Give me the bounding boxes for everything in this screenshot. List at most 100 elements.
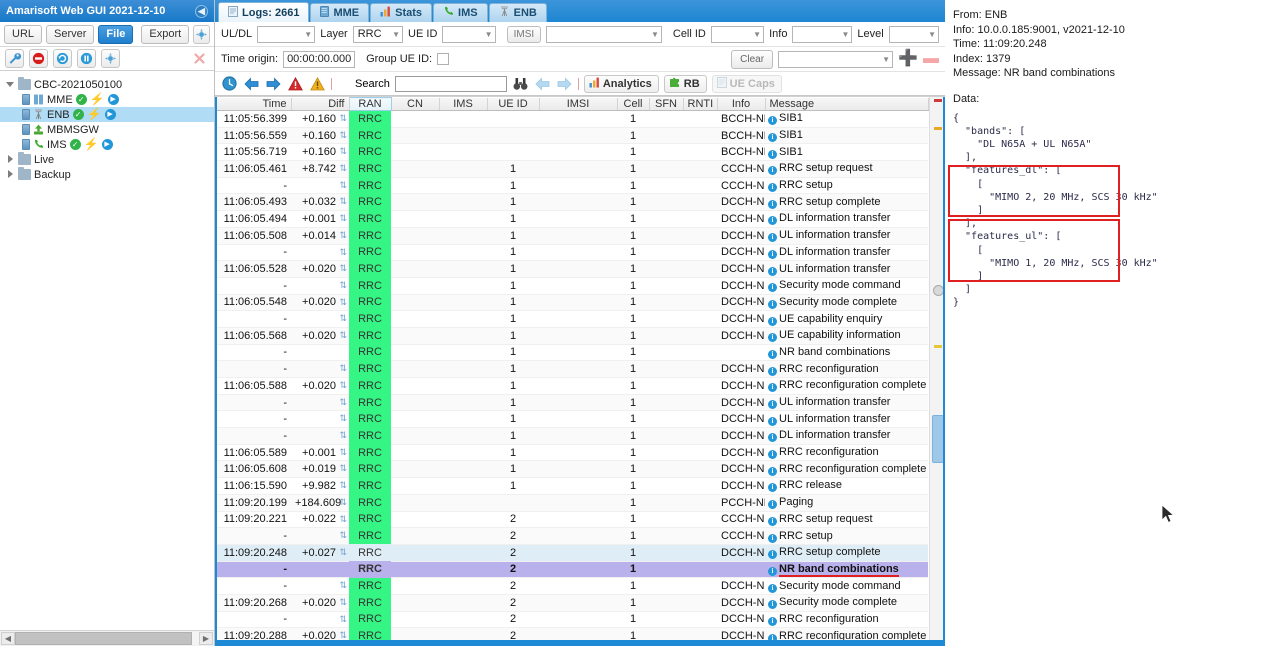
col-imsi[interactable]: IMSI (539, 97, 618, 111)
tree-item-ims[interactable]: IMS ✓ ⚡ ▶ (0, 137, 214, 152)
tree-item-live[interactable]: Live (0, 152, 214, 167)
left-panel-hscrollbar[interactable]: ◀ ▶ (0, 630, 214, 646)
clock-icon[interactable] (221, 75, 238, 92)
col-message[interactable]: Message (765, 97, 929, 111)
refresh-icon[interactable] (53, 49, 72, 68)
stop-icon[interactable] (29, 49, 48, 68)
table-row[interactable]: 11:09:20.221+0.022⇅RRC 2 1 CCCH-NRiRRC setu… (217, 511, 928, 529)
chevron-left-icon[interactable]: ◀ (195, 4, 208, 18)
file-button[interactable]: File (98, 24, 134, 44)
tab-stats[interactable]: Stats (370, 3, 433, 22)
imsi-select[interactable]: ▼ (546, 25, 662, 43)
twisty-closed-icon[interactable] (6, 170, 15, 179)
add-node-icon[interactable] (193, 24, 210, 44)
table-row[interactable]: - ⇅RRC 1 1 DCCH-NRiDL information transfer (217, 244, 928, 262)
analytics-button[interactable]: Analytics (583, 74, 659, 93)
pause-icon[interactable] (77, 49, 96, 68)
table-row[interactable]: 11:06:05.528+0.020⇅RRC 1 1 DCCH-NRiUL infor… (217, 260, 928, 278)
tab-mme[interactable]: MME (310, 3, 370, 22)
url-button[interactable]: URL (4, 24, 43, 44)
table-row[interactable]: 11:05:56.559+0.160⇅RRC 1 BCCH-NRiSIB1 (217, 127, 928, 145)
remove-preset-icon[interactable]: ▬ (923, 51, 939, 67)
clear-button[interactable]: Clear (731, 49, 774, 69)
table-row[interactable]: 11:06:05.508+0.014⇅RRC 1 1 DCCH-NRiUL infor… (217, 227, 928, 245)
imsi-button[interactable]: IMSI (506, 25, 542, 43)
hscroll-right-arrow[interactable]: ▶ (199, 632, 213, 645)
hscroll-left-arrow[interactable]: ◀ (1, 632, 15, 645)
table-row[interactable]: - RRC 2 1 i NR band combinations (217, 561, 928, 579)
warning-triangle-icon[interactable] (309, 75, 326, 92)
table-row[interactable]: 11:06:05.568+0.020⇅RRC 1 1 DCCH-NRiUE capab… (217, 327, 928, 345)
table-row[interactable]: 11:06:05.461+8.742⇅RRC 1 1 CCCH-NRiRRC setu… (217, 160, 928, 178)
table-row[interactable]: 11:06:15.590+9.982⇅RRC 1 1 DCCH-NRiRRC rele… (217, 477, 928, 495)
vscroll-grip[interactable] (932, 285, 943, 296)
table-row[interactable]: 11:09:20.268+0.020⇅RRC 2 1 DCCH-NRiSecurity… (217, 594, 928, 612)
server-button[interactable]: Server (46, 24, 95, 44)
tab-logs[interactable]: Logs: 2661 (218, 2, 310, 22)
col-info[interactable]: Info (717, 97, 766, 111)
col-time[interactable]: Time (217, 97, 292, 111)
table-row[interactable]: 11:06:05.493+0.032⇅RRC 1 1 DCCH-NRiRRC setu… (217, 193, 928, 212)
layer-select[interactable]: RRC ▼ (352, 25, 404, 43)
col-ueid[interactable]: UE ID (487, 97, 540, 111)
table-row[interactable]: 11:09:20.199+184.609⇅RRC 1 PCCH-NRiPaging (217, 494, 928, 512)
search-next-icon[interactable] (556, 75, 573, 92)
tab-ims[interactable]: IMS (433, 3, 488, 22)
table-row[interactable]: - ⇅RRC 2 1 CCCH-NRiRRC setup (217, 527, 928, 545)
col-ran[interactable]: RAN (348, 97, 392, 111)
tree-item-cbc[interactable]: CBC-2021050100 (0, 77, 214, 92)
col-sfn[interactable]: SFN (649, 97, 684, 111)
table-row[interactable]: 11:06:05.494+0.001⇅RRC 1 1 DCCH-NRiDL infor… (217, 210, 928, 228)
table-row[interactable]: - ⇅RRC 1 1 DCCH-NRiSecurity mode command (217, 277, 928, 295)
info-select[interactable]: ▼ (792, 25, 853, 43)
rb-button[interactable]: RB (663, 74, 707, 93)
tree-item-enb[interactable]: ENB ✓ ⚡ ▶ (0, 107, 214, 122)
binoculars-icon[interactable] (512, 75, 529, 92)
table-row[interactable]: - ⇅RRC 1 1 DCCH-NRiUE capability enquiry (217, 310, 928, 328)
tree-item-mme[interactable]: MME ✓ ⚡ ▶ (0, 92, 214, 107)
table-row[interactable]: 11:05:56.399+0.160⇅RRC 1 BCCH-NRiSIB1 (217, 110, 928, 128)
export-button[interactable]: Export (141, 24, 190, 44)
search-prev-icon[interactable] (534, 75, 551, 92)
group-ueid-checkbox[interactable] (437, 53, 450, 65)
table-row[interactable]: - ⇅RRC 1 1 CCCH-NRiRRC setup (217, 177, 928, 195)
connect-icon[interactable] (101, 49, 120, 68)
wrench-icon[interactable] (5, 49, 24, 68)
error-triangle-icon[interactable] (287, 75, 304, 92)
vscroll-thumb[interactable] (931, 415, 943, 463)
tree-item-mbmsgw[interactable]: MBMSGW (0, 122, 214, 137)
table-row[interactable]: - RRC 1 1 i NR band combinations (217, 344, 928, 362)
twisty-closed-icon[interactable] (6, 155, 15, 164)
preset-select[interactable]: ▼ (778, 50, 894, 68)
time-origin-input[interactable]: 00:00:00.000 (283, 50, 356, 68)
search-input[interactable] (394, 75, 507, 92)
ueid-select[interactable]: ▼ (442, 25, 496, 43)
col-cell[interactable]: Cell (617, 97, 650, 111)
table-row[interactable]: 11:05:56.719+0.160⇅RRC 1 BCCH-NRiSIB1 (217, 143, 928, 162)
twisty-open-icon[interactable] (6, 80, 15, 89)
table-row[interactable]: 11:06:05.589+0.001⇅RRC 1 1 DCCH-NRiRRC reco… (217, 444, 928, 462)
hscroll-track[interactable] (15, 632, 199, 645)
arrow-left-icon[interactable] (243, 75, 260, 92)
cellid-select[interactable]: ▼ (710, 25, 765, 43)
table-row[interactable]: 11:06:05.588+0.020⇅RRC 1 1 DCCH-NRiRRC reco… (217, 377, 928, 395)
level-select[interactable]: ▼ (888, 25, 939, 43)
table-row[interactable]: 11:09:20.288+0.020⇅RRC 2 1 DCCH-NRiRRC reco… (217, 627, 928, 640)
table-row[interactable]: - ⇅RRC 2 1 DCCH-NRiRRC reconfiguration (217, 611, 928, 629)
hscroll-thumb[interactable] (15, 632, 192, 645)
col-cn[interactable]: CN (391, 97, 440, 111)
table-vscrollbar[interactable] (928, 97, 943, 640)
arrow-right-icon[interactable] (265, 75, 282, 92)
table-row[interactable]: 11:06:05.608+0.019⇅RRC 1 1 DCCH-NRiRRC reco… (217, 460, 928, 479)
delete-icon[interactable] (190, 49, 209, 68)
col-ims[interactable]: IMS (439, 97, 488, 111)
tree-item-backup[interactable]: Backup (0, 167, 214, 182)
uldl-select[interactable]: ▼ (257, 25, 316, 43)
col-diff[interactable]: Diff (291, 97, 350, 111)
add-preset-icon[interactable]: ➕ (898, 51, 918, 67)
table-row[interactable]: - ⇅RRC 1 1 DCCH-NRiRRC reconfiguration (217, 360, 928, 378)
ue-caps-button[interactable]: UE Caps (711, 74, 782, 93)
tab-enb[interactable]: ENB (488, 3, 547, 22)
table-row[interactable]: 11:09:20.248+0.027⇅RRC 2 1 DCCH-NRiRRC setu… (217, 544, 928, 562)
table-row[interactable]: - ⇅RRC 1 1 DCCH-NRiUL information transfer (217, 410, 928, 429)
